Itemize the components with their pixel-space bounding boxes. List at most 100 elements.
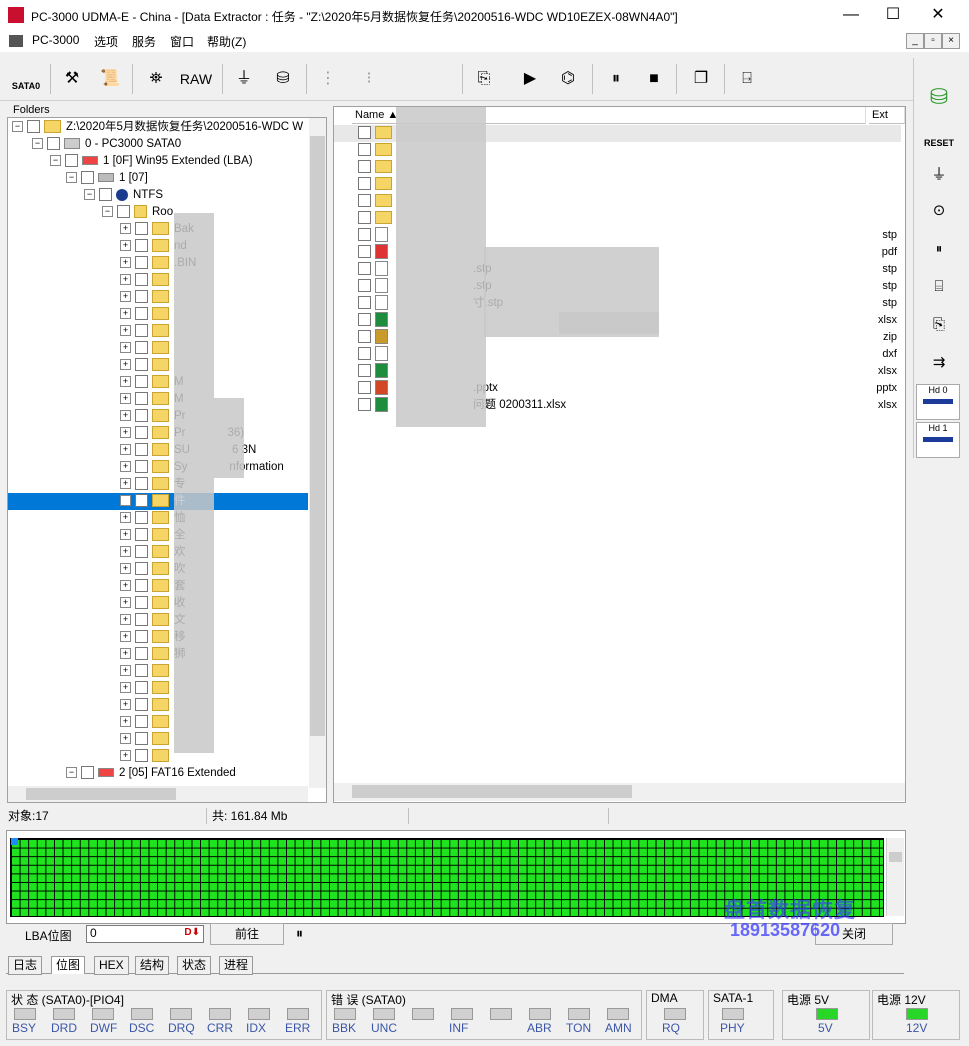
checkbox[interactable]: [135, 732, 148, 746]
menu-pc3000[interactable]: PC-3000: [32, 33, 79, 47]
merge-icon[interactable]: ⏚: [230, 62, 258, 96]
copy-window-icon[interactable]: ❐: [686, 62, 716, 96]
tree-item[interactable]: +: [120, 680, 174, 697]
expand-icon[interactable]: +: [120, 750, 131, 762]
tree-multi-icon[interactable]: ⁝: [352, 62, 386, 96]
reset-button[interactable]: RESET: [918, 120, 960, 154]
expand-icon[interactable]: +: [120, 648, 131, 660]
tree-item[interactable]: +: [120, 357, 174, 374]
checkbox[interactable]: [135, 681, 148, 695]
checkbox[interactable]: [135, 273, 148, 287]
tree-item[interactable]: +: [120, 289, 174, 306]
tab-3[interactable]: 结构: [135, 956, 170, 975]
tree-item[interactable]: +: [120, 306, 174, 323]
tab-5[interactable]: 进程: [219, 956, 254, 975]
collapse-icon[interactable]: −: [84, 189, 95, 201]
minimize-button[interactable]: —: [828, 0, 874, 30]
expand-icon[interactable]: +: [120, 716, 131, 728]
checkbox[interactable]: [135, 443, 148, 457]
expand-icon[interactable]: +: [120, 597, 131, 609]
sata-port-button[interactable]: SATA0: [6, 62, 46, 96]
checkbox[interactable]: [135, 630, 148, 644]
checkbox[interactable]: [135, 596, 148, 610]
export-icon[interactable]: ⎘: [470, 62, 498, 96]
checkbox[interactable]: [358, 262, 371, 276]
expand-icon[interactable]: +: [120, 546, 131, 558]
checkbox[interactable]: [27, 120, 40, 134]
expand-icon[interactable]: +: [120, 359, 131, 371]
tree-item[interactable]: +件: [8, 493, 308, 510]
menu-help[interactable]: 帮助(Z): [207, 33, 246, 50]
tab-0[interactable]: 日志: [8, 956, 43, 975]
raw-button[interactable]: RAW: [178, 62, 214, 96]
checkbox[interactable]: [135, 341, 148, 355]
column-ext[interactable]: Ext: [869, 107, 905, 124]
tree-ntfs[interactable]: − NTFS: [84, 187, 163, 204]
tools-icon[interactable]: ⚒: [58, 62, 86, 96]
checkbox[interactable]: [358, 143, 371, 157]
checkbox[interactable]: [99, 188, 112, 202]
menu-service[interactable]: 服务: [132, 33, 156, 50]
tab-1[interactable]: 位图: [51, 956, 86, 974]
expand-icon[interactable]: +: [120, 376, 131, 388]
pause-icon[interactable]: ⏸: [296, 925, 303, 942]
checkbox[interactable]: [358, 330, 371, 344]
checkbox[interactable]: [81, 171, 94, 185]
bitmap-vscrollbar[interactable]: [886, 838, 904, 916]
expand-icon[interactable]: +: [120, 291, 131, 303]
expand-icon[interactable]: +: [120, 699, 131, 711]
copy-icon[interactable]: ⎘: [918, 308, 960, 342]
expand-icon[interactable]: +: [120, 529, 131, 541]
maximize-button[interactable]: ☐: [870, 0, 916, 30]
checkbox[interactable]: [135, 477, 148, 491]
checkbox[interactable]: [358, 228, 371, 242]
expand-icon[interactable]: +: [120, 240, 131, 252]
expand-icon[interactable]: +: [120, 308, 131, 320]
checkbox[interactable]: [135, 460, 148, 474]
mdi-restore-button[interactable]: ▫: [924, 33, 942, 49]
scroll-thumb[interactable]: [352, 785, 632, 798]
expand-icon[interactable]: +: [120, 478, 131, 490]
folders-vscrollbar[interactable]: [309, 118, 326, 788]
binoculars-icon[interactable]: ⛯: [142, 62, 170, 96]
expand-icon[interactable]: +: [120, 580, 131, 592]
checkbox[interactable]: [135, 494, 148, 508]
checkbox[interactable]: [135, 239, 148, 253]
checkbox[interactable]: [135, 290, 148, 304]
checkbox[interactable]: [358, 245, 371, 259]
stop-icon[interactable]: ■: [640, 62, 668, 96]
tree-item[interactable]: +: [120, 697, 174, 714]
database-icon[interactable]: ⛁: [918, 80, 960, 114]
checkbox[interactable]: [65, 154, 78, 168]
structure-icon[interactable]: ⌬: [550, 62, 586, 96]
folders-hscrollbar[interactable]: [8, 786, 308, 802]
expand-icon[interactable]: +: [120, 410, 131, 422]
checkbox[interactable]: [135, 375, 148, 389]
tab-4[interactable]: 状态: [177, 956, 212, 975]
system-menu-icon[interactable]: [9, 35, 23, 47]
expand-icon[interactable]: +: [120, 274, 131, 286]
tree-root[interactable]: − Z:\2020年5月数据恢复任务\20200516-WDC W: [12, 119, 303, 136]
checkbox[interactable]: [358, 177, 371, 191]
checkbox[interactable]: [358, 381, 371, 395]
tree-item[interactable]: +: [120, 272, 174, 289]
tab-2[interactable]: HEX: [94, 956, 129, 975]
checkbox[interactable]: [358, 296, 371, 310]
lba-input[interactable]: 0 D⬇: [86, 925, 204, 943]
tree-item[interactable]: +: [120, 323, 174, 340]
close-button[interactable]: ✕: [915, 0, 961, 30]
files-hscrollbar[interactable]: [334, 783, 905, 801]
checkbox[interactable]: [135, 324, 148, 338]
tree-partition1[interactable]: − 1 [0F] Win95 Extended (LBA): [50, 153, 253, 170]
expand-icon[interactable]: +: [120, 563, 131, 575]
checkbox[interactable]: [135, 545, 148, 559]
expand-icon[interactable]: +: [120, 427, 131, 439]
sync-icon[interactable]: ⊙: [918, 194, 960, 228]
collapse-icon[interactable]: −: [50, 155, 61, 167]
checkbox[interactable]: [358, 398, 371, 412]
checkbox[interactable]: [135, 562, 148, 576]
tree-rootdir[interactable]: − Roo: [102, 204, 173, 221]
expand-icon[interactable]: +: [120, 665, 131, 677]
pause-icon[interactable]: ⏸: [918, 232, 960, 266]
lba-dropdown-icon[interactable]: D⬇: [184, 927, 200, 938]
